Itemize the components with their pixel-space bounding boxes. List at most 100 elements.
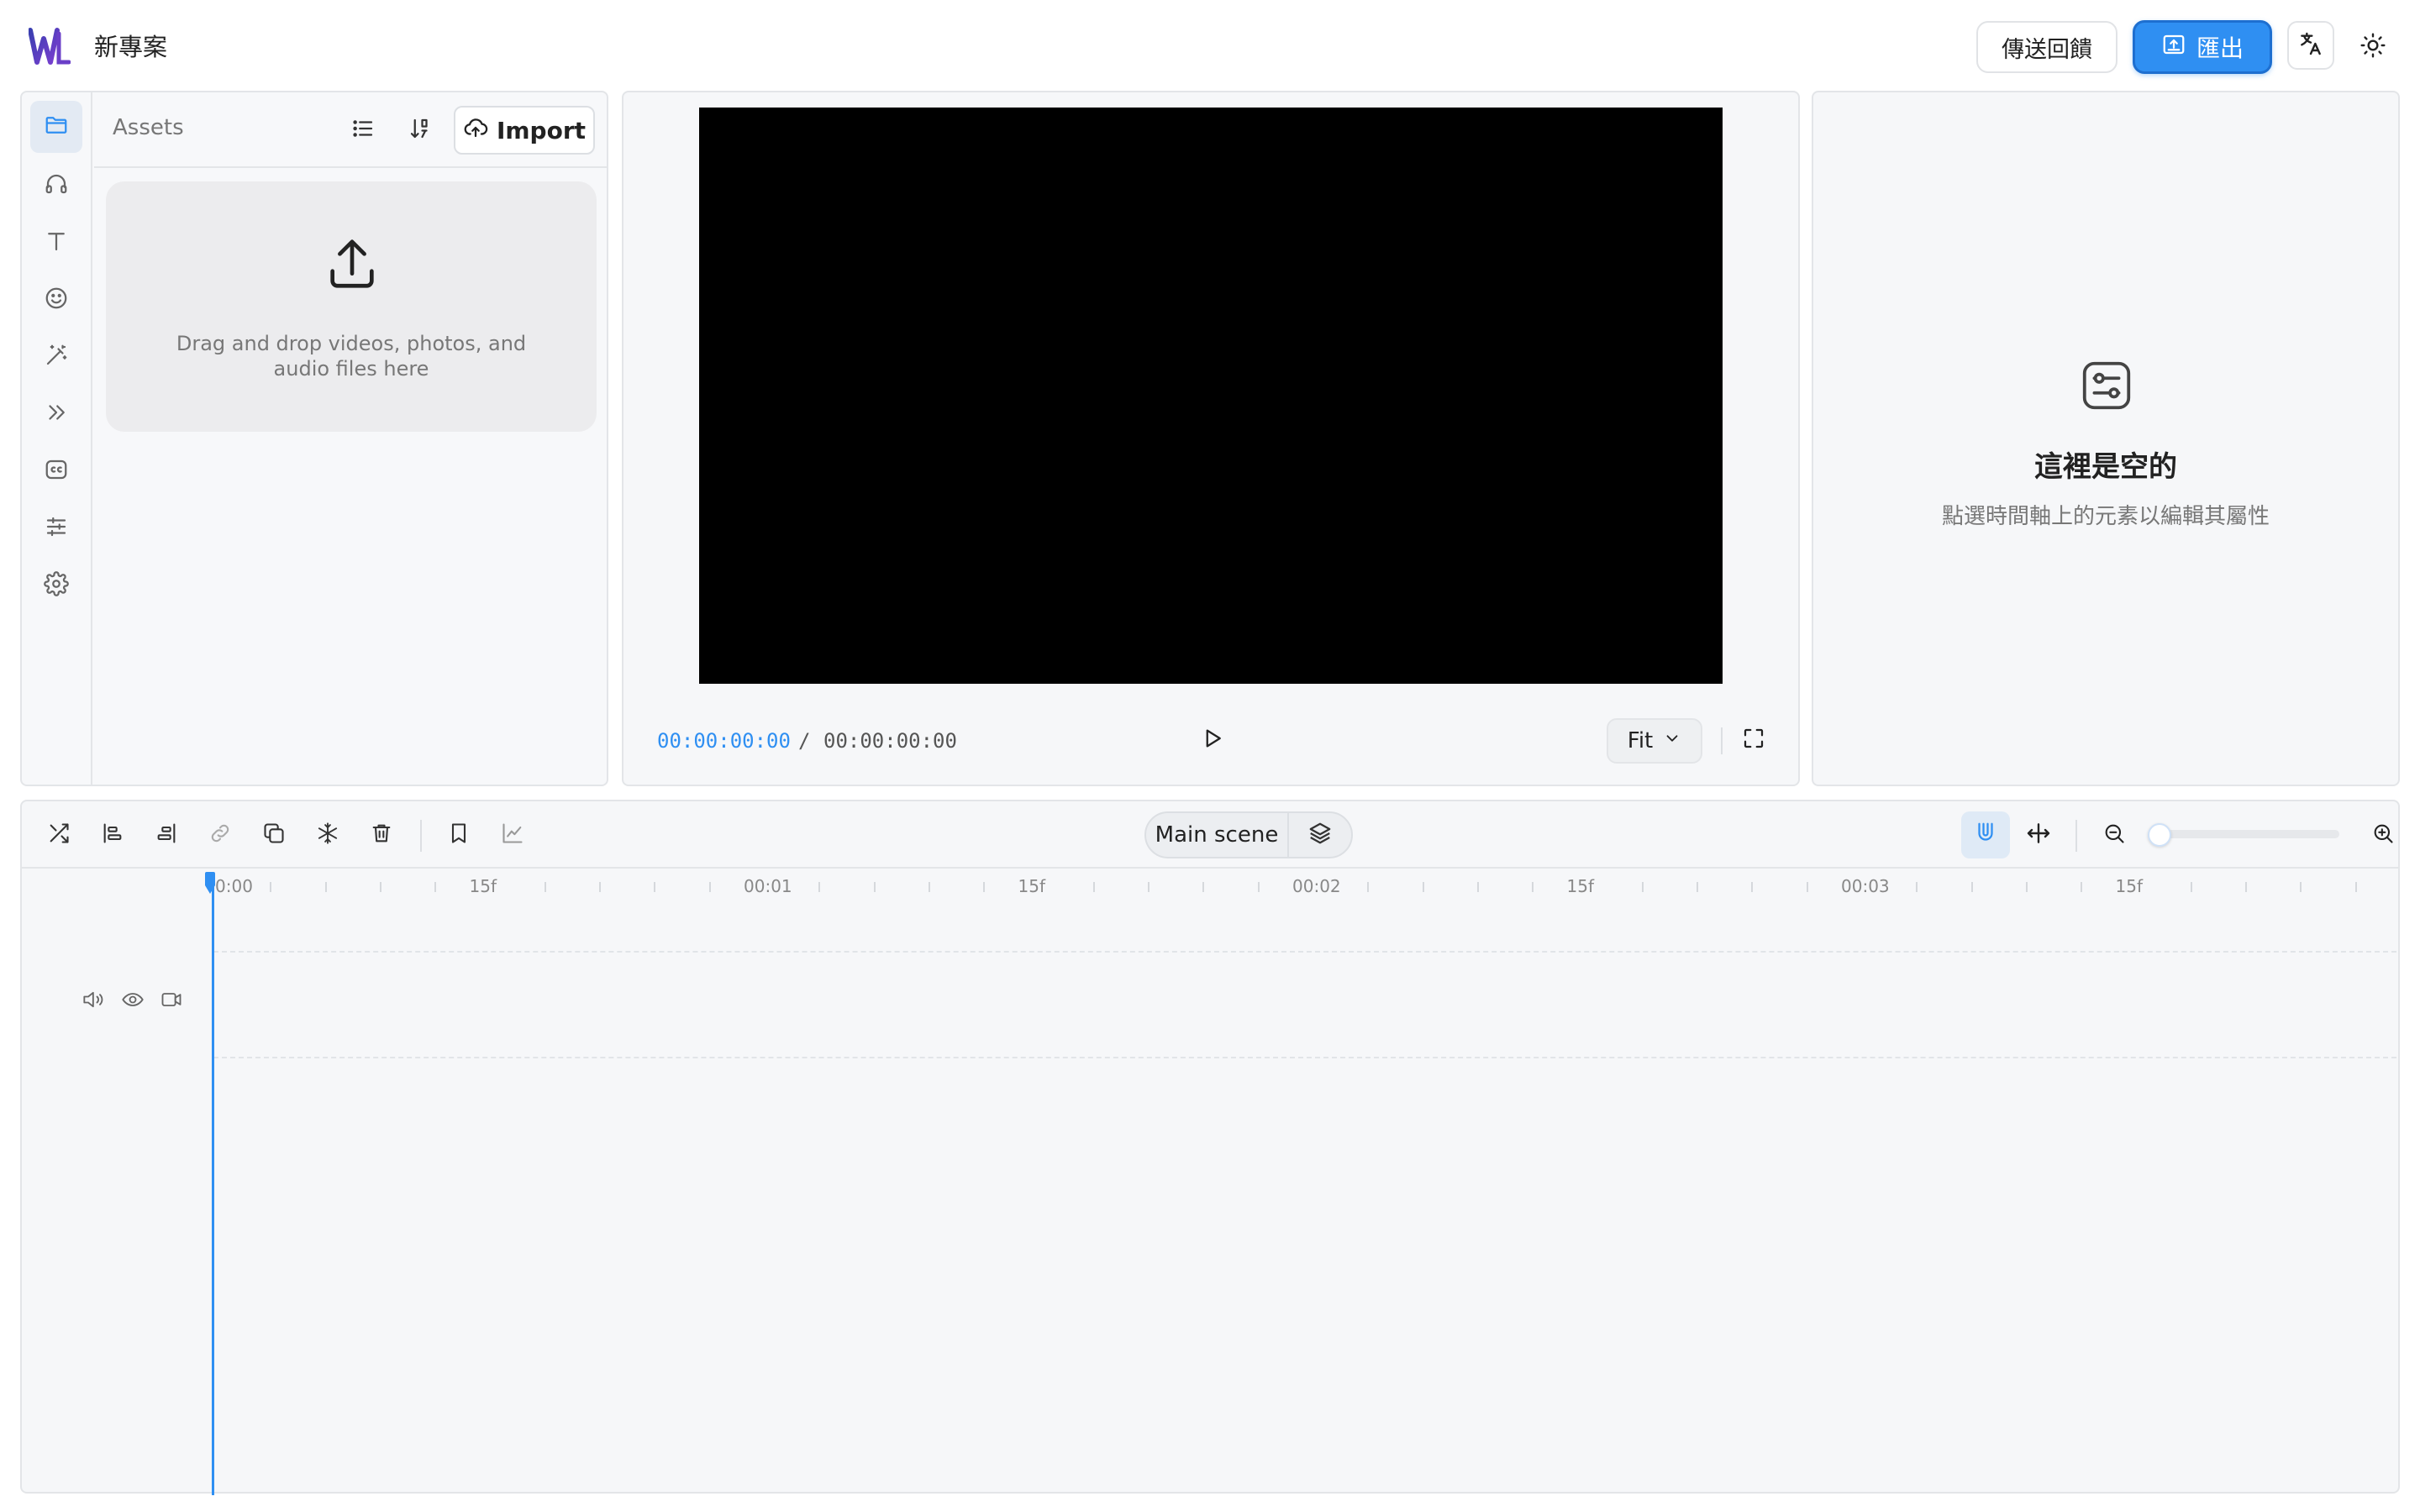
chart-line-icon (501, 822, 524, 848)
ruler-tick (1751, 882, 1754, 892)
ruler-label: 00:03 (1841, 876, 1890, 896)
fit-dropdown[interactable]: Fit (1607, 718, 1702, 764)
ruler-label: 15f (2115, 876, 2144, 896)
ruler-tick (270, 882, 272, 892)
ruler-tick (1532, 882, 1534, 892)
fit-label: Fit (1627, 728, 1654, 753)
zoom-slider-track[interactable] (2149, 830, 2339, 838)
time-separator: / (798, 729, 811, 753)
zoom-slider-handle[interactable] (2148, 823, 2171, 847)
theme-toggle-button[interactable] (2349, 24, 2396, 71)
empty-state-title: 這裡是空的 (2034, 450, 2177, 484)
upload-dropzone[interactable]: Drag and drop videos, photos, and audio … (106, 181, 597, 432)
captions-icon (44, 457, 69, 486)
ruler-tick (599, 882, 602, 892)
feedback-button[interactable]: 傳送回饋 (1976, 21, 2118, 73)
ruler-tick (2245, 882, 2248, 892)
rail-effects-button[interactable] (30, 331, 82, 383)
fit-timeline-button[interactable] (2015, 811, 2062, 858)
delete-button[interactable] (358, 811, 405, 858)
rail-transitions-button[interactable] (30, 388, 82, 440)
eye-icon[interactable] (119, 988, 146, 1015)
ruler-tick (544, 882, 546, 892)
arrows-horizontal-icon (2025, 820, 2052, 850)
dropzone-text: Drag and drop videos, photos, and audio … (176, 332, 527, 381)
ruler-label: 00:02 (1292, 876, 1341, 896)
track-drop-zone[interactable] (213, 951, 2396, 1058)
chevron-down-icon (1663, 728, 1681, 753)
rail-stickers-button[interactable] (30, 274, 82, 326)
cloud-upload-icon (463, 115, 488, 146)
divider (420, 820, 422, 852)
language-button[interactable] (2287, 21, 2334, 70)
export-button[interactable]: 匯出 (2133, 20, 2272, 74)
scene-label: Main scene (1146, 813, 1289, 857)
layers-button[interactable] (1289, 821, 1351, 849)
play-button[interactable] (1193, 721, 1232, 759)
rail-audio-button[interactable] (30, 160, 82, 212)
properties-empty-icon (2077, 356, 2136, 418)
split-icon (47, 822, 71, 848)
ruler-tick (1422, 882, 1424, 892)
bookmark-button[interactable] (435, 811, 482, 858)
import-button[interactable]: Import (454, 106, 595, 155)
timeline-ruler[interactable]: 0:00 15f 00:01 15f 00:02 15f 00:03 15f (212, 870, 2396, 904)
properties-panel: 這裡是空的 點選時間軸上的元素以編輯其屬性 (1812, 91, 2400, 786)
sort-button[interactable] (397, 107, 444, 154)
scene-selector[interactable]: Main scene (1144, 811, 1353, 858)
rail-assets-button[interactable] (30, 101, 82, 153)
playhead[interactable] (212, 874, 214, 1495)
list-view-button[interactable] (339, 107, 387, 154)
keyframe-graph-button[interactable] (489, 811, 536, 858)
layers-icon (1307, 821, 1333, 849)
ruler-tick (1806, 882, 1808, 892)
ruler-tick (873, 882, 876, 892)
align-start-button[interactable] (89, 811, 136, 858)
project-title[interactable]: 新專案 (94, 30, 167, 64)
video-camera-icon[interactable] (158, 988, 185, 1015)
magnet-icon (1973, 821, 1998, 849)
split-button[interactable] (35, 811, 82, 858)
duplicate-button[interactable] (250, 811, 297, 858)
trash-icon (370, 822, 393, 848)
align-end-button[interactable] (143, 811, 190, 858)
ruler-tick (1916, 882, 1918, 892)
ruler-tick (2190, 882, 2192, 892)
ruler-tick (1970, 882, 1973, 892)
timeline-panel: Main scene 0:00 15f 00:01 15f 00:02 15f 00:03 1… (20, 800, 2400, 1495)
volume-icon[interactable] (81, 988, 108, 1015)
import-label: Import (496, 116, 587, 144)
freeze-button[interactable] (304, 811, 351, 858)
align-right-icon (155, 822, 178, 848)
ruler-tick (818, 882, 821, 892)
playhead-handle[interactable] (205, 872, 217, 899)
zoom-out-button[interactable] (2091, 811, 2138, 858)
rail-adjust-button[interactable] (30, 502, 82, 554)
app-logo[interactable] (28, 25, 71, 69)
video-canvas[interactable] (699, 108, 1723, 684)
export-icon (2161, 32, 2186, 63)
preview-panel: 00:00:00:00 / 00:00:00:00 Fit (622, 91, 1800, 786)
chevrons-right-icon (44, 400, 69, 428)
ruler-tick (2354, 882, 2357, 892)
ruler-tick (379, 882, 381, 892)
magic-wand-icon (44, 343, 69, 371)
snap-toggle-button[interactable] (1961, 811, 2010, 858)
rail-settings-button[interactable] (30, 559, 82, 612)
headphones-icon (44, 171, 69, 200)
rail-text-button[interactable] (30, 217, 82, 269)
bookmark-icon (447, 822, 471, 848)
ruler-label: 15f (469, 876, 497, 896)
link-icon (208, 822, 232, 848)
assets-header: Assets Import (94, 92, 607, 168)
ruler-tick (2025, 882, 2028, 892)
rail-captions-button[interactable] (30, 445, 82, 497)
copy-icon (262, 822, 286, 848)
play-icon (1200, 726, 1225, 754)
ruler-label: 00:01 (744, 876, 792, 896)
ruler-tick (2300, 882, 2302, 892)
fullscreen-button[interactable] (1734, 721, 1773, 759)
link-button[interactable] (197, 811, 244, 858)
zoom-in-button[interactable] (2360, 811, 2407, 858)
ruler-label: 0:00 (215, 876, 253, 896)
